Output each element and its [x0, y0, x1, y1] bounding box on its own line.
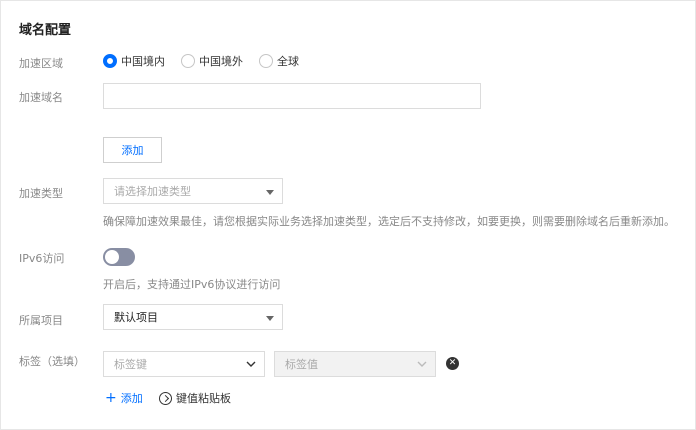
- domain-label: 加速域名: [19, 91, 63, 104]
- plus-icon: +: [105, 389, 117, 406]
- radio-unchecked-icon: [259, 54, 273, 68]
- radio-global[interactable]: 全球: [259, 53, 299, 69]
- accel-type-label: 加速类型: [19, 187, 63, 200]
- section-title: 域名配置: [19, 23, 72, 38]
- tags-label: 标签（选填）: [19, 355, 85, 368]
- chevron-circle-icon: [159, 391, 172, 405]
- radio-label: 中国境外: [199, 55, 243, 68]
- radio-outside-china[interactable]: 中国境外: [181, 53, 243, 69]
- domain-input[interactable]: [103, 83, 481, 109]
- project-label: 所属项目: [19, 314, 63, 327]
- project-select[interactable]: 默认项目: [103, 304, 283, 330]
- caret-down-icon: [266, 316, 274, 321]
- radio-unchecked-icon: [181, 54, 195, 68]
- caret-down-icon: [266, 190, 274, 195]
- paste-board-label: 键值粘贴板: [176, 392, 231, 405]
- select-placeholder: 标签键: [114, 358, 147, 371]
- chevron-down-icon: [246, 361, 256, 367]
- radio-label: 中国境内: [121, 55, 165, 68]
- chevron-down-icon: [417, 361, 427, 367]
- clear-tag-icon[interactable]: ✕: [446, 357, 459, 370]
- select-placeholder: 请选择加速类型: [114, 185, 191, 198]
- toggle-knob: [105, 250, 119, 264]
- add-domain-button[interactable]: 添加: [103, 137, 162, 163]
- region-radio-group: 中国境内 中国境外 全球: [103, 53, 315, 69]
- ipv6-toggle[interactable]: [103, 248, 135, 266]
- radio-label: 全球: [277, 55, 299, 68]
- accel-type-hint: 确保障加速效果最佳，请您根据实际业务选择加速类型，选定后不支持修改，如要更换，则…: [103, 215, 675, 228]
- paste-board-link[interactable]: 键值粘贴板: [159, 390, 231, 406]
- add-tag-label: 添加: [120, 392, 143, 405]
- tag-value-select[interactable]: 标签值: [274, 351, 436, 377]
- select-placeholder: 标签值: [285, 358, 318, 371]
- ipv6-label: IPv6访问: [19, 252, 65, 265]
- ipv6-hint: 开启后，支持通过IPv6协议进行访问: [103, 278, 281, 291]
- region-label: 加速区域: [19, 57, 63, 70]
- select-value: 默认项目: [114, 311, 158, 324]
- tag-key-select[interactable]: 标签键: [103, 351, 265, 377]
- radio-china-mainland[interactable]: 中国境内: [103, 53, 165, 69]
- accel-type-select[interactable]: 请选择加速类型: [103, 178, 283, 204]
- domain-config-card: 域名配置 加速区域 中国境内 中国境外 全球 加速域名 添加 加速类型 请选择加…: [0, 0, 696, 430]
- add-tag-link[interactable]: + 添加: [105, 390, 143, 406]
- radio-checked-icon: [103, 54, 117, 68]
